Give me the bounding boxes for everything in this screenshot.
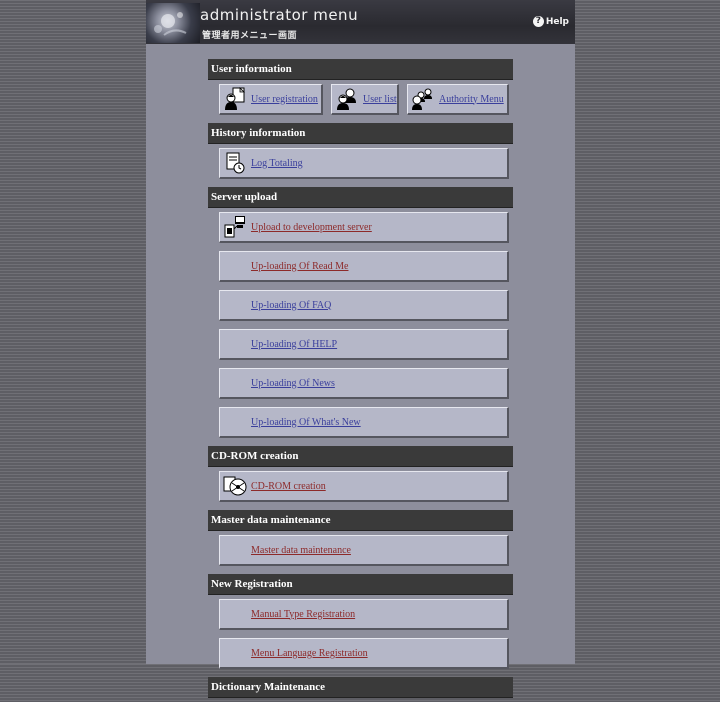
manual-type-item[interactable]: Manual Type Registration <box>219 599 509 630</box>
authority-menu-item[interactable]: Authority Menu <box>407 84 509 115</box>
upload-dev-link[interactable]: Upload to development server <box>251 222 372 233</box>
user-list-link[interactable]: User list <box>363 94 397 105</box>
upload-faq-link[interactable]: Up-loading Of FAQ <box>251 300 331 311</box>
upload-news-link[interactable]: Up-loading Of News <box>251 378 335 389</box>
user-list-item[interactable]: User list <box>331 84 399 115</box>
section-cd-rom-creation: CD-ROM creation <box>208 446 513 467</box>
master-data-link[interactable]: Master data maintenance <box>251 545 351 556</box>
whats-new-row: Up-loading Of What's New <box>219 407 513 438</box>
master-data-item[interactable]: Master data maintenance <box>219 535 509 566</box>
log-totaling-item[interactable]: Log Totaling <box>219 148 509 179</box>
page-title: administrator menu <box>200 6 359 24</box>
cd-rom-icon <box>223 476 247 496</box>
user-registration-link[interactable]: User registration <box>251 94 318 105</box>
upload-faq-item[interactable]: Up-loading Of FAQ <box>219 290 509 321</box>
logo-icon <box>146 3 200 43</box>
upload-readme-link[interactable]: Up-loading Of Read Me <box>251 261 348 272</box>
user-registration-item[interactable]: User registration <box>219 84 323 115</box>
section-history-information: History information <box>208 123 513 144</box>
section-dictionary-maintenance: Dictionary Maintenance <box>208 677 513 698</box>
user-add-icon <box>225 87 245 110</box>
upload-help-item[interactable]: Up-loading Of HELP <box>219 329 509 360</box>
menu-language-link[interactable]: Menu Language Registration <box>251 648 368 659</box>
log-document-icon <box>226 152 245 174</box>
question-icon: ? <box>532 16 544 27</box>
page-subtitle: 管理者用メニュー画面 <box>202 31 298 41</box>
section-server-upload: Server upload <box>208 187 513 208</box>
upload-readme-item[interactable]: Up-loading Of Read Me <box>219 251 509 282</box>
section-master-data-maintenance: Master data maintenance <box>208 510 513 531</box>
upload-news-item[interactable]: Up-loading Of News <box>219 368 509 399</box>
cd-rom-creation-link[interactable]: CD-ROM creation <box>251 481 326 492</box>
upload-dev-row: Upload to development server <box>219 212 513 243</box>
user-info-row: User registration User list Authority Me… <box>219 84 513 115</box>
master-row: Master data maintenance <box>219 535 513 566</box>
news-row: Up-loading Of News <box>219 368 513 399</box>
upload-dev-item[interactable]: Upload to development server <box>219 212 509 243</box>
faq-row: Up-loading Of FAQ <box>219 290 513 321</box>
section-user-information: User information <box>208 59 513 80</box>
admin-page: administrator menu 管理者用メニュー画面 ? Help Use… <box>146 0 575 698</box>
manual-type-link[interactable]: Manual Type Registration <box>251 609 355 620</box>
cdrom-row: CD-ROM creation <box>219 471 513 502</box>
manual-type-row: Manual Type Registration <box>219 599 513 630</box>
readme-row: Up-loading Of Read Me <box>219 251 513 282</box>
admin-menu: User information User registration User … <box>208 59 513 702</box>
server-upload-icon <box>224 216 245 238</box>
log-totaling-link[interactable]: Log Totaling <box>251 158 303 169</box>
help-label: Help <box>545 16 569 27</box>
header-bar: administrator menu 管理者用メニュー画面 ? Help <box>146 0 575 44</box>
menu-language-row: Menu Language Registration <box>219 638 513 669</box>
users-icon <box>337 88 356 110</box>
section-new-registration: New Registration <box>208 574 513 595</box>
help-button[interactable]: ? Help <box>532 16 569 27</box>
upload-whats-new-link[interactable]: Up-loading Of What's New <box>251 417 361 428</box>
upload-whats-new-item[interactable]: Up-loading Of What's New <box>219 407 509 438</box>
cd-rom-creation-item[interactable]: CD-ROM creation <box>219 471 509 502</box>
upload-help-link[interactable]: Up-loading Of HELP <box>251 339 337 350</box>
authority-icon <box>412 88 432 110</box>
history-row: Log Totaling <box>219 148 513 179</box>
help-row: Up-loading Of HELP <box>219 329 513 360</box>
menu-language-item[interactable]: Menu Language Registration <box>219 638 509 669</box>
authority-menu-link[interactable]: Authority Menu <box>439 94 504 105</box>
